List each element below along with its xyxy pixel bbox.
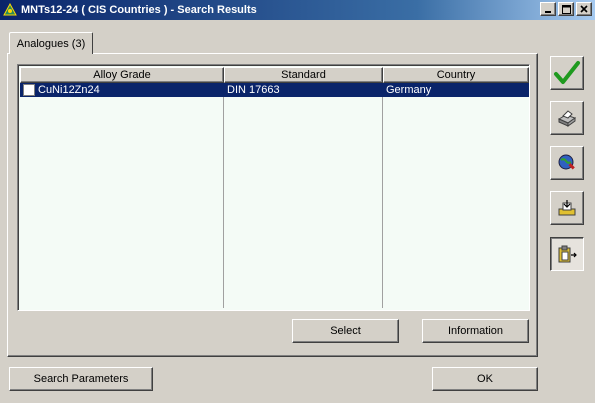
column-header-country[interactable]: Country bbox=[383, 67, 529, 83]
confirm-button[interactable] bbox=[550, 56, 584, 90]
print-button[interactable] bbox=[550, 101, 584, 135]
results-grid[interactable]: Alloy Grade Standard Country CuNi12Zn24 … bbox=[17, 64, 530, 311]
column-divider bbox=[382, 83, 383, 308]
globe-search-icon bbox=[558, 154, 575, 170]
ok-button[interactable]: OK bbox=[432, 367, 538, 391]
column-divider bbox=[223, 83, 224, 308]
maximize-icon bbox=[561, 4, 571, 14]
tab-label: Analogues (3) bbox=[16, 37, 86, 50]
copy-to-clipboard-button[interactable] bbox=[550, 237, 584, 271]
search-parameters-button[interactable]: Search Parameters bbox=[9, 367, 153, 391]
window-title: MNTs12-24 ( CIS Countries ) - Search Res… bbox=[21, 4, 257, 16]
column-header-label: Country bbox=[436, 69, 476, 81]
close-icon bbox=[580, 5, 588, 13]
column-header-label: Alloy Grade bbox=[93, 69, 151, 81]
standard-value: DIN 17663 bbox=[227, 84, 280, 96]
checkmark-icon bbox=[554, 61, 580, 84]
select-button-label: Select bbox=[330, 325, 361, 337]
column-header-label: Standard bbox=[281, 69, 326, 81]
tab-analogues[interactable]: Analogues (3) bbox=[9, 32, 93, 54]
country-value: Germany bbox=[386, 84, 432, 96]
select-button[interactable]: Select bbox=[292, 319, 399, 343]
cell-standard: DIN 17663 bbox=[224, 83, 383, 97]
cell-country: Germany bbox=[383, 83, 529, 97]
information-button-label: Information bbox=[447, 325, 504, 337]
web-search-button[interactable] bbox=[550, 146, 584, 180]
ok-button-label: OK bbox=[477, 373, 493, 385]
window-controls bbox=[538, 2, 592, 16]
information-button[interactable]: Information bbox=[422, 319, 529, 343]
export-button[interactable] bbox=[550, 191, 584, 225]
app-icon[interactable] bbox=[2, 2, 18, 18]
cell-alloy-grade: CuNi12Zn24 bbox=[20, 83, 224, 97]
printer-icon bbox=[557, 110, 577, 127]
maximize-button[interactable] bbox=[558, 2, 574, 16]
search-parameters-label: Search Parameters bbox=[33, 373, 129, 385]
grid-header: Alloy Grade Standard Country bbox=[20, 67, 529, 83]
title-bar: MNTs12-24 ( CIS Countries ) - Search Res… bbox=[0, 0, 595, 20]
table-row[interactable]: CuNi12Zn24 DIN 17663 Germany bbox=[20, 83, 529, 97]
column-header-alloy-grade[interactable]: Alloy Grade bbox=[20, 67, 224, 83]
minimize-button[interactable] bbox=[540, 2, 556, 16]
row-checkbox[interactable] bbox=[23, 84, 35, 96]
export-icon bbox=[558, 200, 576, 216]
column-header-standard[interactable]: Standard bbox=[224, 67, 383, 83]
clipboard-copy-icon bbox=[558, 245, 577, 263]
minimize-icon bbox=[545, 11, 551, 13]
close-button[interactable] bbox=[576, 2, 592, 16]
alloy-grade-value: CuNi12Zn24 bbox=[38, 84, 100, 96]
